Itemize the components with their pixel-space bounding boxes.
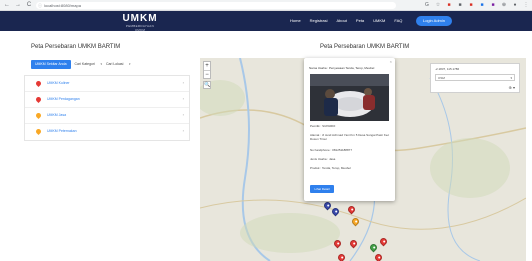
menu-icon[interactable]: ⋮ bbox=[523, 2, 529, 8]
chevron-down-icon: ▾ bbox=[510, 76, 512, 80]
extension-purple-icon[interactable]: ■ bbox=[490, 2, 496, 8]
location-select-label: Cari Lokasi bbox=[105, 62, 124, 66]
brand-logo[interactable]: UMKM PEMBERDAYAAN UMKM bbox=[122, 13, 158, 32]
brand-title: UMKM bbox=[122, 13, 158, 24]
umkm-nearby-button[interactable]: UMKM Sekitar Anda bbox=[31, 60, 71, 69]
menu-peta[interactable]: Peta bbox=[356, 17, 364, 25]
menu-registrasi[interactable]: Registrasi bbox=[310, 17, 328, 25]
close-icon[interactable]: × bbox=[390, 59, 392, 64]
menu-faq[interactable]: FAQ bbox=[394, 17, 402, 25]
main-menu: Home Registrasi About Peta UMKM FAQ bbox=[290, 17, 402, 25]
popup-business-type: Jenis Usaha : Jasa bbox=[310, 157, 336, 161]
star-icon[interactable]: ☆ bbox=[435, 2, 441, 8]
filter-controls: UMKM Sekitar Anda Cari Kategori ▾ Cari L… bbox=[31, 60, 130, 69]
category-select[interactable]: Cari Kategori ▾ bbox=[75, 60, 102, 69]
popup-business-name: Nama Usaha : Penyewaan Tenda, Terop, Meu… bbox=[309, 66, 375, 70]
view-detail-button[interactable]: Lihat Detail bbox=[310, 185, 334, 193]
chevron-down-icon: ▾ bbox=[100, 62, 102, 66]
login-admin-button[interactable]: Login Admin bbox=[416, 16, 452, 26]
umkm-info-popup: × Nama Usaha : Penyewaan Tenda, Terop, M… bbox=[304, 58, 395, 201]
extension-blue-icon[interactable]: ■ bbox=[479, 2, 485, 8]
category-label: UMKM Perdagangan bbox=[47, 97, 80, 101]
left-panel-title: Peta Persebaran UMKM BARTIM bbox=[31, 44, 121, 50]
locate-icon[interactable]: ⊕ ▾ bbox=[509, 85, 515, 90]
coordinate-readout: -2.1837, 115.1786 bbox=[435, 67, 460, 71]
extension-gray-icon[interactable]: ■ bbox=[457, 2, 463, 8]
map-title: Peta Persebaran UMKM BARTIM bbox=[320, 44, 410, 50]
layer-select[interactable]: OSM ▾ bbox=[435, 74, 515, 81]
category-list: UMKM Kuliner › UMKM Perdagangan › UMKM J… bbox=[24, 75, 190, 141]
extension-red-icon[interactable]: ■ bbox=[446, 2, 452, 8]
coordinate-panel: -2.1837, 115.1786 OSM ▾ ⊕ ▾ bbox=[430, 63, 520, 93]
info-icon[interactable]: ⓘ bbox=[38, 2, 42, 9]
category-select-label: Cari Kategori bbox=[74, 62, 95, 66]
list-item[interactable]: UMKM Perdagangan › bbox=[25, 92, 189, 108]
chevron-right-icon: › bbox=[182, 112, 184, 117]
category-label: UMKM Kuliner bbox=[47, 81, 70, 85]
map-pin-icon bbox=[34, 127, 43, 136]
zoom-in-button[interactable]: + bbox=[204, 62, 210, 70]
location-select[interactable]: Cari Lokasi ▾ bbox=[106, 60, 131, 69]
popup-address: Alamat : Jl Jend Achmad Yani Km 5 Desa S… bbox=[310, 133, 390, 141]
brand-subtitle: PEMBERDAYAAN UMKM bbox=[125, 24, 155, 32]
browser-toolbar: ← → C ⓘ localhost:8080/mapa G ☆ ■ ■ ■ ■ ■ ⊕ ● ⋮ bbox=[0, 0, 532, 11]
layer-select-label: OSM bbox=[438, 76, 445, 80]
address-url: localhost:8080/mapa bbox=[44, 3, 81, 8]
reload-icon[interactable]: C bbox=[25, 1, 33, 9]
forward-icon[interactable]: → bbox=[14, 1, 22, 9]
search-icon[interactable]: 🔍 bbox=[203, 81, 211, 89]
popup-phone: No handphone : 081251188877 bbox=[310, 148, 352, 152]
map-pin-icon bbox=[34, 95, 43, 104]
app-navbar: UMKM PEMBERDAYAAN UMKM Home Registrasi A… bbox=[0, 11, 532, 32]
profile-icon[interactable]: ● bbox=[512, 2, 518, 8]
map-pin-icon bbox=[34, 79, 43, 88]
chevron-right-icon: › bbox=[182, 96, 184, 101]
zoom-control: + − bbox=[203, 61, 211, 79]
menu-home[interactable]: Home bbox=[290, 17, 301, 25]
popup-owner: Pemilik : SUPARDI bbox=[310, 124, 336, 128]
category-label: UMKM Jasa bbox=[47, 113, 67, 117]
chevron-right-icon: › bbox=[182, 128, 184, 133]
zoom-out-button[interactable]: − bbox=[204, 70, 210, 78]
translate-icon[interactable]: G bbox=[424, 2, 430, 8]
list-item[interactable]: UMKM Kuliner › bbox=[25, 76, 189, 92]
puzzle-icon[interactable]: ⊕ bbox=[501, 2, 507, 8]
menu-umkm[interactable]: UMKM bbox=[373, 17, 385, 25]
list-item[interactable]: UMKM Peternakan › bbox=[25, 124, 189, 140]
popup-product: Produk : Tenda, Terop, Meubel bbox=[310, 166, 351, 170]
chevron-down-icon: ▾ bbox=[128, 62, 131, 66]
address-bar[interactable]: ⓘ localhost:8080/mapa bbox=[36, 2, 396, 9]
menu-about[interactable]: About bbox=[336, 17, 346, 25]
chevron-right-icon: › bbox=[182, 80, 184, 85]
list-item[interactable]: UMKM Jasa › bbox=[25, 108, 189, 124]
extension-red2-icon[interactable]: ■ bbox=[468, 2, 474, 8]
back-icon[interactable]: ← bbox=[3, 1, 11, 9]
business-photo bbox=[310, 74, 389, 121]
extensions-bar: G ☆ ■ ■ ■ ■ ■ ⊕ ● ⋮ bbox=[424, 2, 529, 9]
map-pin-icon bbox=[34, 111, 43, 120]
category-label: UMKM Peternakan bbox=[47, 129, 77, 133]
